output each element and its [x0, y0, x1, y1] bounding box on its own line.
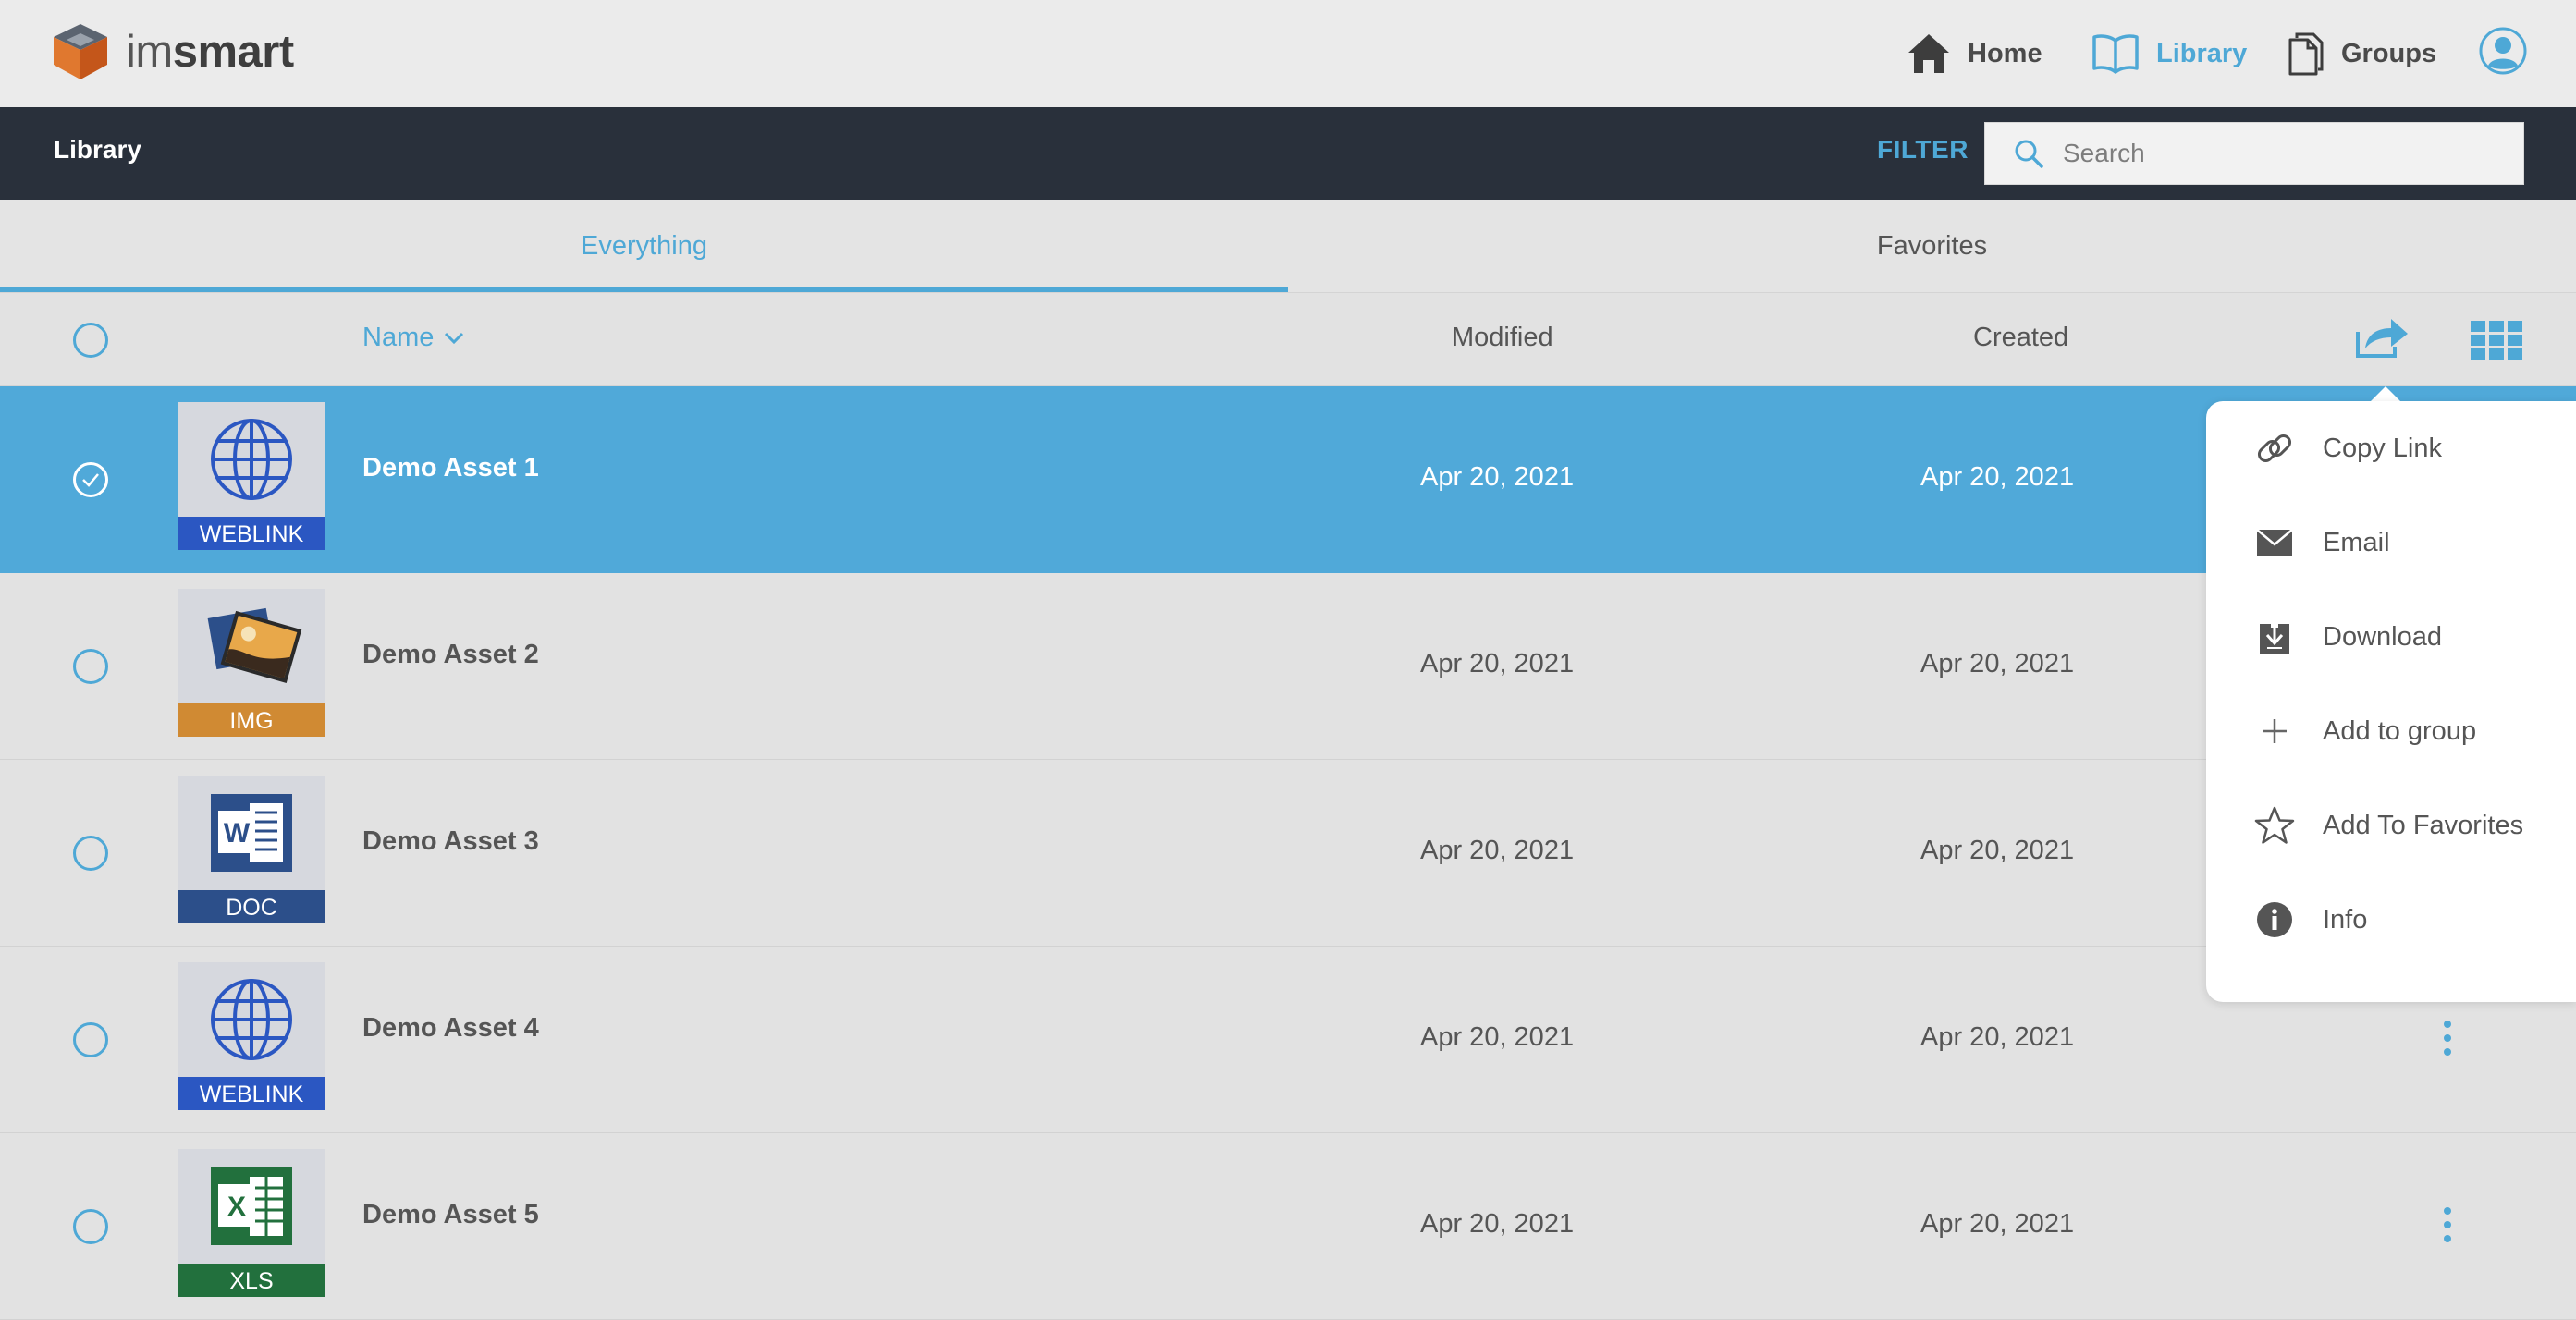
menu-item-label: Email	[2323, 527, 2390, 557]
table-row[interactable]: W DOC Demo Asset 3 Apr 20, 2021 Apr 20, …	[0, 760, 2576, 947]
asset-modified-date: Apr 20, 2021	[1420, 462, 1575, 492]
globe-icon	[211, 979, 292, 1060]
row-checkbox[interactable]	[73, 1209, 108, 1244]
svg-text:X: X	[227, 1192, 246, 1222]
svg-text:W: W	[224, 818, 251, 849]
asset-modified-date: Apr 20, 2021	[1420, 1022, 1575, 1052]
row-checkbox[interactable]	[73, 1022, 108, 1057]
nav-home-label: Home	[1968, 38, 2042, 68]
more-options-icon[interactable]	[2434, 1204, 2461, 1246]
menu-item-label: Download	[2323, 621, 2442, 652]
word-document-icon: W	[211, 794, 292, 872]
asset-type-badge: WEBLINK	[178, 1077, 325, 1110]
row-checkbox[interactable]	[73, 649, 108, 684]
documents-icon	[2288, 32, 2324, 76]
asset-created-date: Apr 20, 2021	[1920, 1209, 2075, 1239]
plus-icon	[2254, 711, 2295, 752]
menu-item-email[interactable]: Email	[2206, 495, 2576, 590]
chevron-down-icon	[445, 332, 464, 344]
search-icon	[2015, 140, 2043, 168]
asset-name[interactable]: Demo Asset 1	[362, 453, 539, 483]
envelope-icon	[2254, 522, 2295, 563]
brand-name: imsmart	[126, 27, 294, 77]
library-tabs: Everything Favorites	[0, 200, 2576, 292]
search-input[interactable]	[2061, 138, 2499, 169]
table-row[interactable]: WEBLINK Demo Asset 4 Apr 20, 2021 Apr 20…	[0, 947, 2576, 1133]
asset-type-badge: WEBLINK	[178, 517, 325, 550]
logo-cube-icon	[54, 24, 107, 79]
home-icon	[1908, 34, 1949, 73]
select-all-checkbox[interactable]	[73, 323, 108, 358]
asset-type-badge: IMG	[178, 703, 325, 737]
asset-created-date: Apr 20, 2021	[1920, 462, 2075, 492]
asset-name[interactable]: Demo Asset 3	[362, 826, 539, 857]
asset-thumbnail[interactable]: WEBLINK	[178, 962, 325, 1110]
asset-thumbnail[interactable]: WEBLINK	[178, 402, 325, 550]
asset-modified-date: Apr 20, 2021	[1420, 1209, 1575, 1239]
asset-created-date: Apr 20, 2021	[1920, 836, 2075, 865]
brand-logo[interactable]: imsmart	[50, 22, 294, 81]
info-icon	[2254, 899, 2295, 940]
menu-item-info[interactable]: Info	[2206, 873, 2576, 967]
nav-groups[interactable]: Groups	[2288, 26, 2436, 81]
asset-type-badge: XLS	[178, 1264, 325, 1297]
open-book-icon	[2092, 34, 2139, 74]
menu-item-copy-link[interactable]: Copy Link	[2206, 401, 2576, 495]
asset-name[interactable]: Demo Asset 2	[362, 640, 539, 670]
row-checkbox-checked[interactable]	[73, 462, 108, 497]
asset-name[interactable]: Demo Asset 5	[362, 1200, 539, 1230]
column-header-name[interactable]: Name	[362, 323, 465, 353]
asset-type-badge: DOC	[178, 890, 325, 923]
top-navigation: imsmart Home Library Groups	[0, 0, 2576, 108]
download-icon	[2254, 617, 2295, 657]
menu-item-add-to-favorites[interactable]: Add To Favorites	[2206, 778, 2576, 873]
excel-spreadsheet-icon: X	[211, 1167, 292, 1245]
table-row[interactable]: IMG Demo Asset 2 Apr 20, 2021 Apr 20, 20…	[0, 573, 2576, 760]
menu-item-label: Copy Link	[2323, 433, 2442, 463]
asset-thumbnail[interactable]: X XLS	[178, 1149, 325, 1297]
menu-item-download[interactable]: Download	[2206, 590, 2576, 684]
nav-home[interactable]: Home	[1907, 26, 2042, 81]
tab-favorites[interactable]: Favorites	[1288, 200, 2576, 292]
asset-created-date: Apr 20, 2021	[1920, 1022, 2075, 1052]
share-icon[interactable]	[2354, 315, 2410, 360]
grid-view-icon[interactable]	[2471, 321, 2522, 360]
asset-name[interactable]: Demo Asset 4	[362, 1013, 539, 1044]
nav-library-label: Library	[2156, 38, 2248, 68]
nav-library[interactable]: Library	[2091, 26, 2247, 81]
menu-item-label: Add To Favorites	[2323, 810, 2524, 840]
asset-thumbnail[interactable]: W DOC	[178, 776, 325, 923]
globe-icon	[211, 419, 292, 500]
tab-everything[interactable]: Everything	[0, 200, 1288, 292]
check-icon	[82, 473, 99, 487]
row-checkbox[interactable]	[73, 836, 108, 871]
share-menu: Copy Link Email Download Add to group Ad…	[2206, 401, 2576, 1002]
image-photo-icon	[207, 607, 302, 683]
table-row[interactable]: X XLS Demo Asset 5 Apr 20, 2021 Apr 20, …	[0, 1133, 2576, 1320]
asset-modified-date: Apr 20, 2021	[1420, 649, 1575, 678]
column-name-label: Name	[362, 323, 435, 352]
link-icon	[2254, 428, 2295, 469]
column-header-modified[interactable]: Modified	[1452, 323, 1553, 353]
more-options-icon[interactable]	[2434, 1017, 2461, 1059]
search-box[interactable]	[1984, 122, 2524, 185]
menu-item-add-to-group[interactable]: Add to group	[2206, 684, 2576, 778]
filter-button[interactable]: FILTER	[1877, 135, 1969, 165]
table-header: Name Modified Created	[0, 292, 2576, 386]
star-icon	[2254, 805, 2295, 846]
asset-created-date: Apr 20, 2021	[1920, 649, 2075, 678]
table-row[interactable]: WEBLINK Demo Asset 1 Apr 20, 2021 Apr 20…	[0, 386, 2576, 573]
menu-item-label: Add to group	[2323, 715, 2477, 746]
menu-item-label: Info	[2323, 904, 2368, 935]
library-toolbar: Library FILTER	[0, 107, 2576, 200]
user-profile-icon[interactable]	[2478, 26, 2528, 76]
asset-modified-date: Apr 20, 2021	[1420, 836, 1575, 865]
nav-groups-label: Groups	[2341, 38, 2437, 68]
column-header-created[interactable]: Created	[1973, 323, 2068, 353]
asset-thumbnail[interactable]: IMG	[178, 589, 325, 737]
page-title: Library	[54, 135, 141, 164]
